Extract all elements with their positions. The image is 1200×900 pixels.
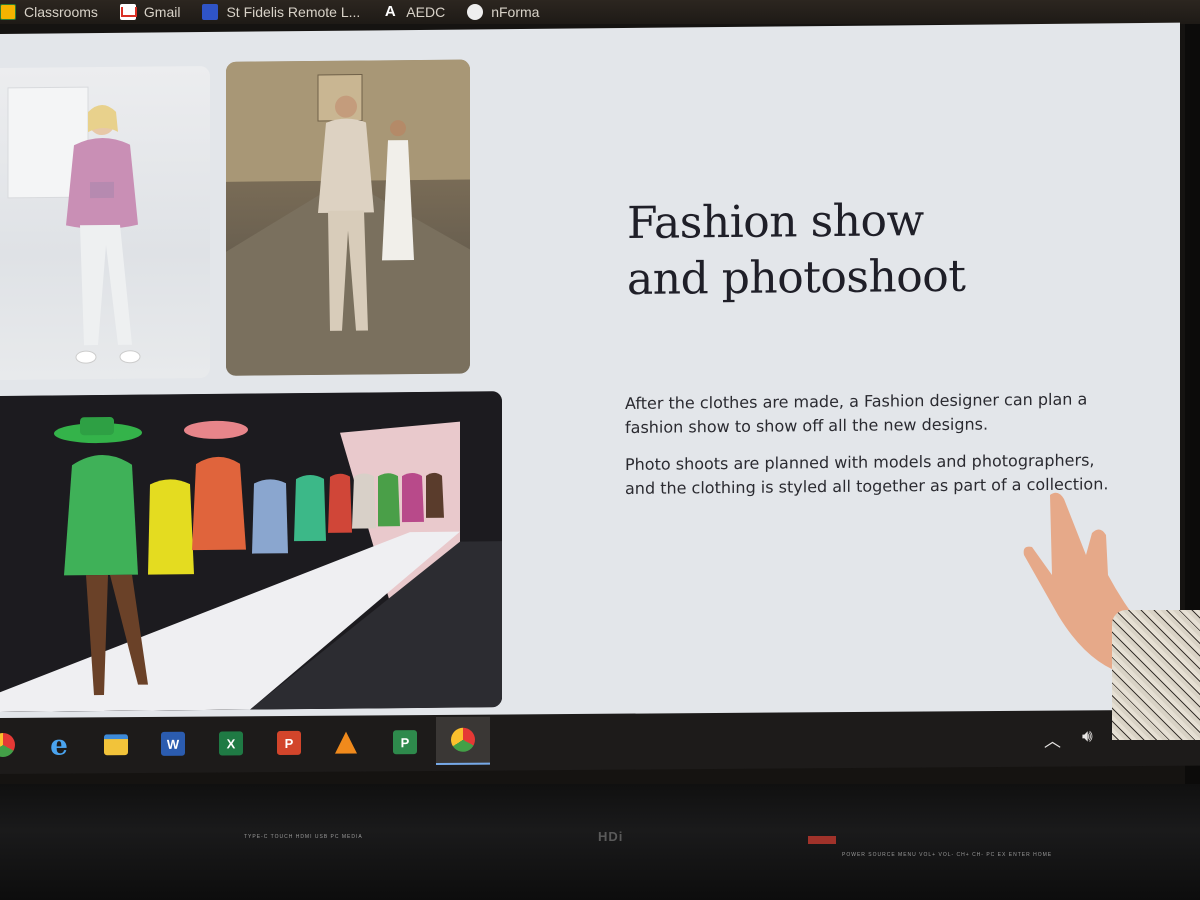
internet-explorer-icon[interactable]: e [42, 727, 76, 761]
bookmark-label: Classrooms [24, 4, 98, 20]
bookmark-label: St Fidelis Remote L... [226, 4, 361, 20]
bookmark-nforma[interactable]: nForma [467, 4, 539, 20]
windows-taskbar: e W X P P ︿ 🔊︎ ◝ ⌨︎ [0, 709, 1200, 774]
website-icon [202, 4, 219, 20]
monitor-screen: Fashion show and photoshoot After the cl… [0, 22, 1185, 784]
runway-hall-scene [226, 59, 470, 376]
model-figure [7, 86, 141, 364]
chrome-profile-icon[interactable] [436, 716, 490, 765]
bookmark-st-fidelis[interactable]: St Fidelis Remote L... [202, 4, 360, 20]
slide-title-line1: Fashion show [627, 195, 924, 249]
photo-model-beige-suit [226, 59, 470, 376]
presentation-slide: Fashion show and photoshoot After the cl… [0, 22, 1180, 734]
bookmarks-bar: Classrooms Gmail St Fidelis Remote L... … [0, 0, 1200, 24]
gmail-icon [119, 4, 137, 20]
bookmark-gmail[interactable]: Gmail [119, 4, 181, 20]
power-indicator [808, 836, 836, 844]
speaker-icon[interactable]: 🔊︎ [1082, 726, 1093, 746]
chevron-up-icon[interactable]: ︿ [1044, 727, 1061, 752]
monitor-bezel: TYPE-C TOUCH HDMI USB PC MEDIA HDi POWER… [0, 784, 1200, 900]
bookmark-label: AEDC [406, 4, 446, 20]
word-icon[interactable]: W [156, 727, 190, 761]
port-labels: TYPE-C TOUCH HDMI USB PC MEDIA [244, 834, 363, 840]
google-classroom-icon [0, 4, 16, 20]
project-icon[interactable]: P [388, 725, 422, 759]
slide-title: Fashion show and photoshoot [627, 192, 1047, 308]
chrome-icon[interactable] [0, 728, 20, 762]
photo-model-puffer-jacket [0, 65, 210, 381]
aedc-logo-icon: A [384, 3, 396, 20]
file-explorer-icon[interactable] [99, 727, 133, 761]
nforma-icon [467, 4, 484, 20]
excel-icon[interactable]: X [214, 726, 248, 760]
photo-runway-lineup [0, 391, 502, 713]
slide-title-line2: and photoshoot [627, 250, 966, 305]
presenter-sleeve [1112, 610, 1200, 740]
powerpoint-icon[interactable]: P [272, 726, 306, 760]
bookmark-label: nForma [491, 4, 540, 20]
brand-logo: HDi [598, 829, 624, 844]
bookmark-classrooms[interactable]: Classrooms [0, 4, 98, 20]
bookmark-aedc[interactable]: A AEDC [382, 3, 446, 21]
runway-scene [0, 391, 502, 713]
slide-paragraph-fashion-show: After the clothes are made, a Fashion de… [625, 389, 1088, 437]
bookmark-label: Gmail [143, 4, 181, 20]
control-labels: POWER SOURCE MENU VOL+ VOL- CH+ CH- PC E… [842, 852, 1053, 858]
vlc-icon[interactable] [329, 725, 363, 759]
